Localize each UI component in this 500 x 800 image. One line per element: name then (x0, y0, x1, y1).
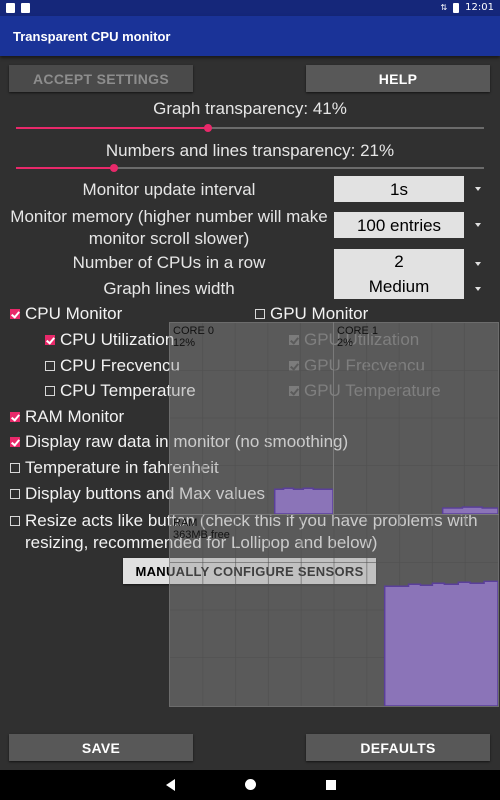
numbers-transparency-thumb[interactable] (110, 164, 119, 172)
checkbox-checked-icon[interactable] (10, 437, 20, 447)
gpu-monitor-label: GPU Monitor (270, 304, 369, 323)
accept-settings-button[interactable]: ACCEPT SETTINGS (9, 65, 193, 92)
graph-transparency-slider[interactable] (16, 124, 484, 132)
cpu-frequency-checkbox[interactable]: CPU Frecvencu (45, 356, 180, 376)
dropdown-arrow-icon[interactable] (475, 262, 481, 266)
memory-value: 100 entries (356, 215, 442, 235)
battery-icon (453, 2, 460, 13)
checkbox-unchecked-icon[interactable] (10, 489, 20, 499)
save-button[interactable]: SAVE (9, 734, 193, 761)
back-icon[interactable] (166, 779, 175, 791)
gpu-monitor-checkbox[interactable]: GPU Monitor (255, 304, 368, 324)
update-interval-value: 1s (390, 179, 408, 199)
dropdown-arrow-icon[interactable] (475, 223, 481, 227)
status-bar: ⇅ 12:01 (0, 0, 500, 16)
graph-transparency-thumb[interactable] (203, 124, 212, 132)
navigation-bar (0, 770, 500, 800)
defaults-button[interactable]: DEFAULTS (306, 734, 490, 761)
core1-label: CORE 1 (337, 325, 378, 337)
app-bar: Transparent CPU monitor (0, 16, 500, 56)
ram-graph (170, 515, 498, 706)
ram-monitor[interactable]: RAM 363MB free (169, 514, 499, 707)
numbers-transparency-slider[interactable] (16, 164, 484, 172)
checkbox-unchecked-icon[interactable] (255, 309, 265, 319)
network-icon: ⇅ (440, 3, 448, 12)
core0-monitor[interactable]: CORE 0 12% (169, 322, 334, 515)
checkbox-unchecked-icon[interactable] (10, 463, 20, 473)
core0-usage-area (273, 487, 333, 514)
notification-icon (6, 3, 15, 13)
line-width-label: Graph lines width (103, 279, 235, 298)
checkbox-unchecked-icon[interactable] (10, 516, 20, 526)
checkbox-checked-icon[interactable] (45, 335, 55, 345)
cpu-utilization-label: CPU Utilization (60, 330, 175, 349)
core0-graph (170, 323, 333, 514)
memory-spinner[interactable]: 100 entries (334, 212, 464, 238)
ram-value: 363MB free (173, 529, 230, 541)
cpu-utilization-checkbox[interactable]: CPU Utilization (45, 330, 174, 350)
checkbox-unchecked-icon[interactable] (45, 361, 55, 371)
home-icon[interactable] (245, 779, 256, 790)
clock: 12:01 (465, 2, 494, 13)
help-button[interactable]: HELP (306, 65, 490, 92)
cpu-monitor-label: CPU Monitor (25, 304, 123, 323)
cpus-row-label: Number of CPUs in a row (72, 253, 266, 272)
update-interval-label: Monitor update interval (82, 180, 256, 199)
line-width-value: Medium (368, 277, 430, 296)
checkbox-unchecked-icon[interactable] (45, 386, 55, 396)
ram-monitor-label: RAM Monitor (25, 407, 125, 426)
recents-icon[interactable] (326, 780, 336, 790)
core1-value: 2% (337, 337, 353, 349)
memory-label: Monitor memory (higher number will make … (10, 207, 328, 248)
sd-card-icon (21, 3, 30, 13)
cpus-row-value: 2 (394, 252, 404, 271)
core1-usage-area (441, 506, 498, 514)
cpus-linewidth-spinner[interactable]: 2 Medium (334, 249, 464, 299)
numbers-transparency-label: Numbers and lines transparency: 21% (105, 141, 395, 160)
checkbox-checked-icon[interactable] (10, 412, 20, 422)
cpu-monitor-checkbox[interactable]: CPU Monitor (10, 304, 122, 324)
numbers-transparency-fill (16, 167, 115, 169)
update-interval-spinner[interactable]: 1s (334, 176, 464, 202)
ram-monitor-checkbox[interactable]: RAM Monitor (10, 407, 124, 427)
dropdown-arrow-icon[interactable] (475, 287, 481, 291)
ram-label: RAM (173, 517, 198, 529)
core1-monitor[interactable]: CORE 1 2% (333, 322, 499, 515)
cpu-frequency-label: CPU Frecvencu (60, 356, 180, 375)
checkbox-checked-icon[interactable] (10, 309, 20, 319)
dropdown-arrow-icon[interactable] (475, 187, 481, 191)
app-title: Transparent CPU monitor (13, 28, 171, 44)
core1-graph (334, 323, 498, 514)
graph-transparency-label: Graph transparency: 41% (153, 99, 347, 118)
graph-transparency-fill (16, 127, 208, 129)
core0-value: 12% (173, 337, 196, 349)
ram-usage-area (383, 580, 498, 706)
core0-label: CORE 0 (173, 325, 214, 337)
